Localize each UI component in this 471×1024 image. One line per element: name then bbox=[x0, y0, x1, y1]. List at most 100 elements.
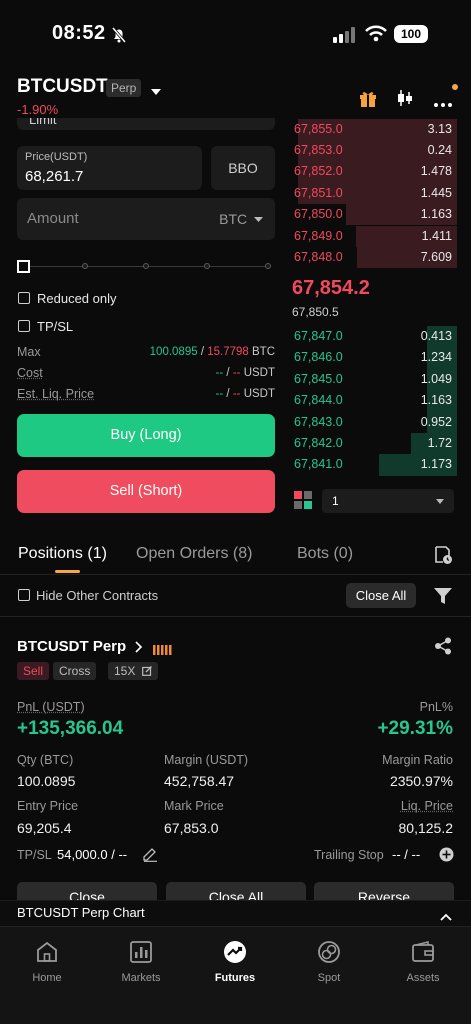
pnl-percent-label: PnL% bbox=[419, 700, 453, 714]
nav-spot[interactable]: Spot bbox=[294, 940, 364, 984]
chevron-up-icon[interactable] bbox=[440, 908, 452, 926]
bid-row[interactable]: 67,841.0 1.173 bbox=[291, 454, 457, 476]
ask-row[interactable]: 67,848.0 7.609 bbox=[291, 246, 457, 269]
leverage-badge[interactable]: 15X bbox=[108, 662, 158, 680]
reduced-only-checkbox[interactable] bbox=[18, 292, 30, 304]
edit-tpsl-icon[interactable] bbox=[142, 846, 158, 867]
symbol-dropdown-icon[interactable] bbox=[151, 83, 161, 101]
ask-row[interactable]: 67,853.0 0.24 bbox=[291, 139, 457, 162]
pnl-label: PnL (USDT) bbox=[17, 700, 85, 714]
margin-label: Margin (USDT) bbox=[164, 753, 249, 767]
nav-futures-label: Futures bbox=[214, 972, 256, 984]
tab-bots[interactable]: Bots (0) bbox=[297, 545, 353, 563]
gift-icon[interactable] bbox=[358, 88, 378, 113]
edit-icon bbox=[141, 666, 152, 676]
chevron-right-icon[interactable] bbox=[135, 640, 143, 658]
ask-price: 67,851.0 bbox=[294, 185, 343, 200]
adl-indicator-icon bbox=[153, 642, 173, 660]
nav-assets-label: Assets bbox=[406, 972, 440, 984]
bid-price: 67,843.0 bbox=[294, 414, 343, 429]
price-value: 68,261.7 bbox=[25, 168, 84, 185]
sell-short-button[interactable]: Sell (Short) bbox=[17, 470, 275, 513]
order-history-icon[interactable] bbox=[433, 545, 453, 570]
ask-quantity: 1.478 bbox=[420, 164, 452, 179]
home-icon bbox=[35, 940, 59, 964]
hide-other-contracts-checkbox[interactable] bbox=[18, 589, 30, 601]
tpsl-label: TP/SL bbox=[37, 319, 74, 334]
nav-home[interactable]: Home bbox=[12, 940, 82, 984]
filter-icon[interactable] bbox=[434, 587, 452, 610]
nav-assets[interactable]: Assets bbox=[388, 940, 458, 984]
nav-markets[interactable]: Markets bbox=[106, 940, 176, 984]
bid-row[interactable]: 67,843.0 0.952 bbox=[291, 411, 457, 433]
leverage-value: 15X bbox=[114, 664, 136, 678]
liq-price-values: -- / -- USDT bbox=[215, 388, 275, 400]
notification-dot bbox=[452, 84, 458, 90]
price-label: Price(USDT) bbox=[25, 151, 88, 163]
nav-futures[interactable]: Futures bbox=[200, 940, 270, 984]
price-input[interactable]: Price(USDT) 68,261.7 bbox=[17, 146, 202, 190]
bid-price: 67,841.0 bbox=[294, 457, 343, 472]
cost-values: -- / -- USDT bbox=[215, 367, 275, 379]
ask-price: 67,853.0 bbox=[294, 142, 343, 157]
cellular-icon bbox=[333, 27, 357, 48]
amount-slider-handle[interactable] bbox=[17, 260, 30, 273]
bid-row[interactable]: 67,847.0 0.413 bbox=[291, 326, 457, 348]
bid-row[interactable]: 67,846.0 1.234 bbox=[291, 347, 457, 369]
ask-price: 67,855.0 bbox=[294, 121, 343, 136]
max-values: 100.0895 / 15.7798 BTC bbox=[149, 346, 275, 358]
last-price[interactable]: 67,854.2 bbox=[292, 277, 370, 300]
position-symbol[interactable]: BTCUSDT Perp bbox=[17, 638, 126, 655]
qty-label: Qty (BTC) bbox=[17, 753, 74, 767]
reduced-only-label: Reduced only bbox=[37, 291, 117, 306]
ask-row[interactable]: 67,849.0 1.411 bbox=[291, 225, 457, 247]
ask-row[interactable]: 67,852.0 1.478 bbox=[291, 161, 457, 183]
more-icon[interactable] bbox=[433, 95, 453, 113]
chevron-down-icon bbox=[254, 217, 263, 223]
trailing-stop-value: -- / -- bbox=[392, 847, 421, 862]
ask-row[interactable]: 67,855.0 3.13 bbox=[291, 118, 457, 140]
ask-price: 67,850.0 bbox=[294, 207, 343, 222]
ask-row[interactable]: 67,850.0 1.163 bbox=[291, 204, 457, 226]
slider-step-50[interactable] bbox=[143, 263, 149, 269]
add-trailing-stop-icon[interactable] bbox=[439, 847, 454, 867]
share-icon[interactable] bbox=[434, 637, 452, 660]
ask-row[interactable]: 67,851.0 1.445 bbox=[291, 182, 457, 205]
bbo-button[interactable]: BBO bbox=[211, 146, 275, 190]
tab-open-orders[interactable]: Open Orders (8) bbox=[136, 545, 252, 563]
depth-precision-select[interactable]: 1 bbox=[322, 489, 454, 513]
bid-quantity: 1.72 bbox=[427, 436, 452, 450]
tab-positions[interactable]: Positions (1) bbox=[18, 545, 107, 563]
slider-step-100[interactable] bbox=[265, 263, 271, 269]
slider-step-75[interactable] bbox=[204, 263, 210, 269]
nav-markets-label: Markets bbox=[121, 972, 161, 984]
orderbook-mark-price: 67,850.5 bbox=[292, 305, 339, 319]
bid-row[interactable]: 67,844.0 1.163 bbox=[291, 390, 457, 412]
candlestick-chart-icon[interactable] bbox=[395, 88, 415, 113]
amount-input[interactable]: Amount BTC bbox=[17, 198, 275, 240]
futures-icon bbox=[223, 940, 247, 964]
bid-row[interactable]: 67,842.0 1.72 bbox=[291, 433, 457, 455]
ask-quantity: 0.24 bbox=[427, 142, 452, 157]
cost-label: Cost bbox=[17, 366, 43, 380]
order-type-select[interactable]: Limit bbox=[17, 118, 275, 130]
slider-step-25[interactable] bbox=[82, 263, 88, 269]
bid-quantity: 0.413 bbox=[420, 329, 452, 343]
amount-placeholder: Amount bbox=[27, 210, 79, 227]
assets-icon bbox=[411, 940, 435, 964]
orderbook-view-icon[interactable] bbox=[294, 491, 312, 514]
tpsl-checkbox[interactable] bbox=[18, 320, 30, 332]
bid-row[interactable]: 67,845.0 1.049 bbox=[291, 368, 457, 391]
amount-unit-select[interactable]: BTC bbox=[219, 211, 263, 227]
max-buy-value: 100.0895 bbox=[149, 346, 198, 358]
bid-price: 67,846.0 bbox=[294, 350, 343, 365]
pnl-percent-value: +29.31% bbox=[377, 718, 453, 739]
ask-quantity: 7.609 bbox=[420, 249, 452, 264]
nav-home-label: Home bbox=[32, 972, 62, 984]
symbol-title[interactable]: BTCUSDT bbox=[17, 76, 108, 98]
entry-price-value: 69,205.4 bbox=[17, 820, 72, 836]
buy-long-button[interactable]: Buy (Long) bbox=[17, 414, 275, 457]
close-all-button[interactable]: Close All bbox=[346, 583, 416, 608]
ask-quantity: 1.411 bbox=[421, 228, 452, 243]
margin-mode-badge[interactable]: Cross bbox=[53, 662, 97, 680]
